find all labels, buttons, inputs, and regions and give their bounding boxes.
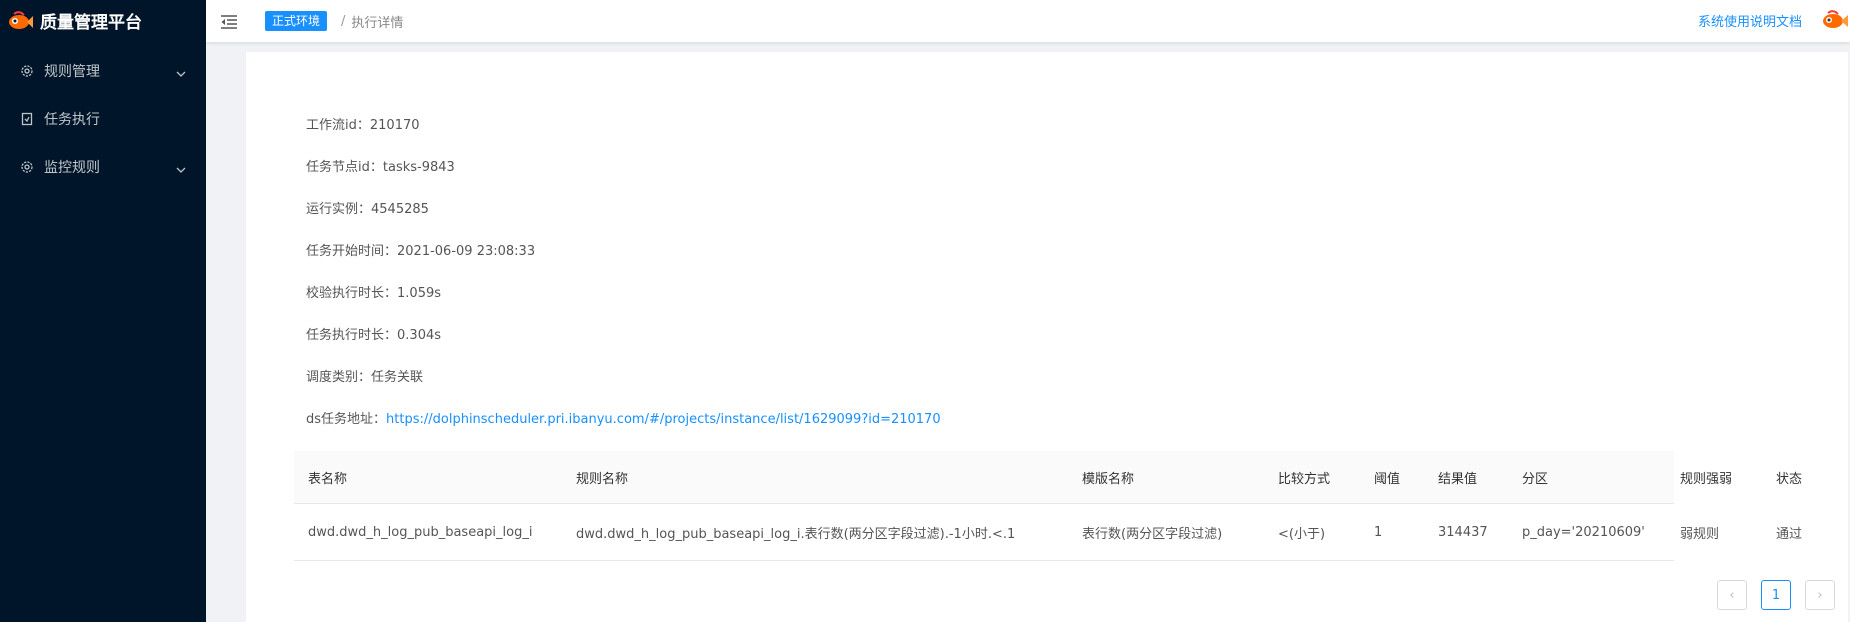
column-header: 表名称 <box>308 471 348 487</box>
sidebar-item-monitor-rules[interactable]: 监控规则 <box>0 143 206 191</box>
doc-link[interactable]: 系统使用说明文档 <box>1698 11 1802 30</box>
gear-icon <box>20 160 34 174</box>
detail-start-time: 任务开始时间：2021-06-09 23:08:33 <box>306 242 941 284</box>
app-logo-icon <box>9 10 33 29</box>
gear-icon <box>20 64 34 78</box>
column-header: 规则强弱 <box>1680 471 1733 487</box>
column-header: 模版名称 <box>1082 471 1135 487</box>
detail-label: 任务开始时间： <box>306 244 398 259</box>
sidebar-item-label: 监控规则 <box>44 160 100 176</box>
detail-workflow-id: 工作流id：210170 <box>306 116 941 158</box>
column-header: 阈值 <box>1374 471 1401 487</box>
next-page-button[interactable]: › <box>1805 580 1835 610</box>
app-logo-icon[interactable] <box>1820 9 1850 35</box>
menu-fold-icon[interactable] <box>220 14 238 29</box>
app-title: 质量管理平台 <box>40 13 142 33</box>
column-header: 结果值 <box>1438 471 1478 487</box>
table-row: dwd.dwd_h_log_pub_baseapi_log_i dwd.dwd_… <box>294 504 1802 561</box>
detail-value: 任务关联 <box>371 370 424 385</box>
detail-value: 4545285 <box>371 202 429 217</box>
main-content: 工作流id：210170 任务节点id：tasks-9843 运行实例：4545… <box>246 52 1848 622</box>
detail-label: 校验执行时长： <box>306 286 398 301</box>
detail-ds-link: ds任务地址：https://dolphinscheduler.pri.iban… <box>306 410 941 452</box>
detail-value: 1.059s <box>397 286 442 301</box>
table-cell: 弱规则 <box>1680 526 1720 542</box>
sidebar-menu: 规则管理 任务执行 监控规则 <box>0 47 206 191</box>
prev-page-button[interactable]: ‹ <box>1717 580 1747 610</box>
table-cell: p_day='20210609' <box>1522 524 1645 540</box>
breadcrumb-separator: / <box>341 13 346 29</box>
sidebar-item-task-execution[interactable]: 任务执行 <box>0 95 206 143</box>
top-header: 正式环境 / 执行详情 系统使用说明文档 <box>206 0 1850 42</box>
column-header: 规则名称 <box>576 471 629 487</box>
table-cell: 314437 <box>1438 524 1488 540</box>
column-header: 状态 <box>1776 471 1803 487</box>
detail-task-node-id: 任务节点id：tasks-9843 <box>306 158 941 200</box>
detail-value: 2021-06-09 23:08:33 <box>397 244 536 259</box>
detail-label: 调度类别： <box>306 370 372 385</box>
page-1-button[interactable]: 1 <box>1761 580 1791 610</box>
detail-label: 运行实例： <box>306 202 372 217</box>
detail-schedule-type: 调度类别：任务关联 <box>306 368 941 410</box>
sidebar: 质量管理平台 规则管理 任务执行 监控规则 <box>0 0 206 622</box>
execution-details: 工作流id：210170 任务节点id：tasks-9843 运行实例：4545… <box>306 116 941 452</box>
sidebar-item-label: 任务执行 <box>44 112 100 128</box>
chevron-down-icon <box>176 65 186 81</box>
table-cell: 表行数(两分区字段过滤) <box>1082 526 1223 542</box>
detail-check-duration: 校验执行时长：1.059s <box>306 284 941 326</box>
column-header: 分区 <box>1522 471 1549 487</box>
ds-task-link[interactable]: https://dolphinscheduler.pri.ibanyu.com/… <box>386 412 941 427</box>
detail-label: ds任务地址： <box>306 412 387 427</box>
table-cell: 1 <box>1374 524 1383 540</box>
task-icon <box>20 112 34 126</box>
table-cell: dwd.dwd_h_log_pub_baseapi_log_i.表行数(两分区字… <box>576 526 1016 542</box>
detail-value: 210170 <box>369 118 420 133</box>
table-cell: 通过 <box>1776 526 1803 542</box>
sidebar-item-label: 规则管理 <box>44 64 100 80</box>
sidebar-item-rule-management[interactable]: 规则管理 <box>0 47 206 95</box>
detail-label: 任务执行时长： <box>306 328 398 343</box>
detail-value: 0.304s <box>397 328 442 343</box>
chevron-down-icon <box>176 161 186 177</box>
detail-value: tasks-9843 <box>382 160 455 175</box>
detail-task-duration: 任务执行时长：0.304s <box>306 326 941 368</box>
table-cell: dwd.dwd_h_log_pub_baseapi_log_i <box>308 524 533 540</box>
env-tag[interactable]: 正式环境 <box>265 11 328 31</box>
table-cell: <(小于) <box>1278 526 1326 542</box>
column-header: 比较方式 <box>1278 471 1331 487</box>
detail-label: 工作流id： <box>306 118 370 133</box>
detail-run-instance: 运行实例：4545285 <box>306 200 941 242</box>
detail-label: 任务节点id： <box>306 160 383 175</box>
breadcrumb-current: 执行详情 <box>351 15 404 31</box>
pagination: ‹ 1 › <box>1717 580 1835 610</box>
result-table: 表名称 规则名称 模版名称 比较方式 阈值 结果值 分区 规则强弱 状态 dwd… <box>294 451 1802 561</box>
app-logo-area[interactable]: 质量管理平台 <box>0 0 206 41</box>
table-header: 表名称 规则名称 模版名称 比较方式 阈值 结果值 分区 规则强弱 状态 <box>294 451 1802 504</box>
